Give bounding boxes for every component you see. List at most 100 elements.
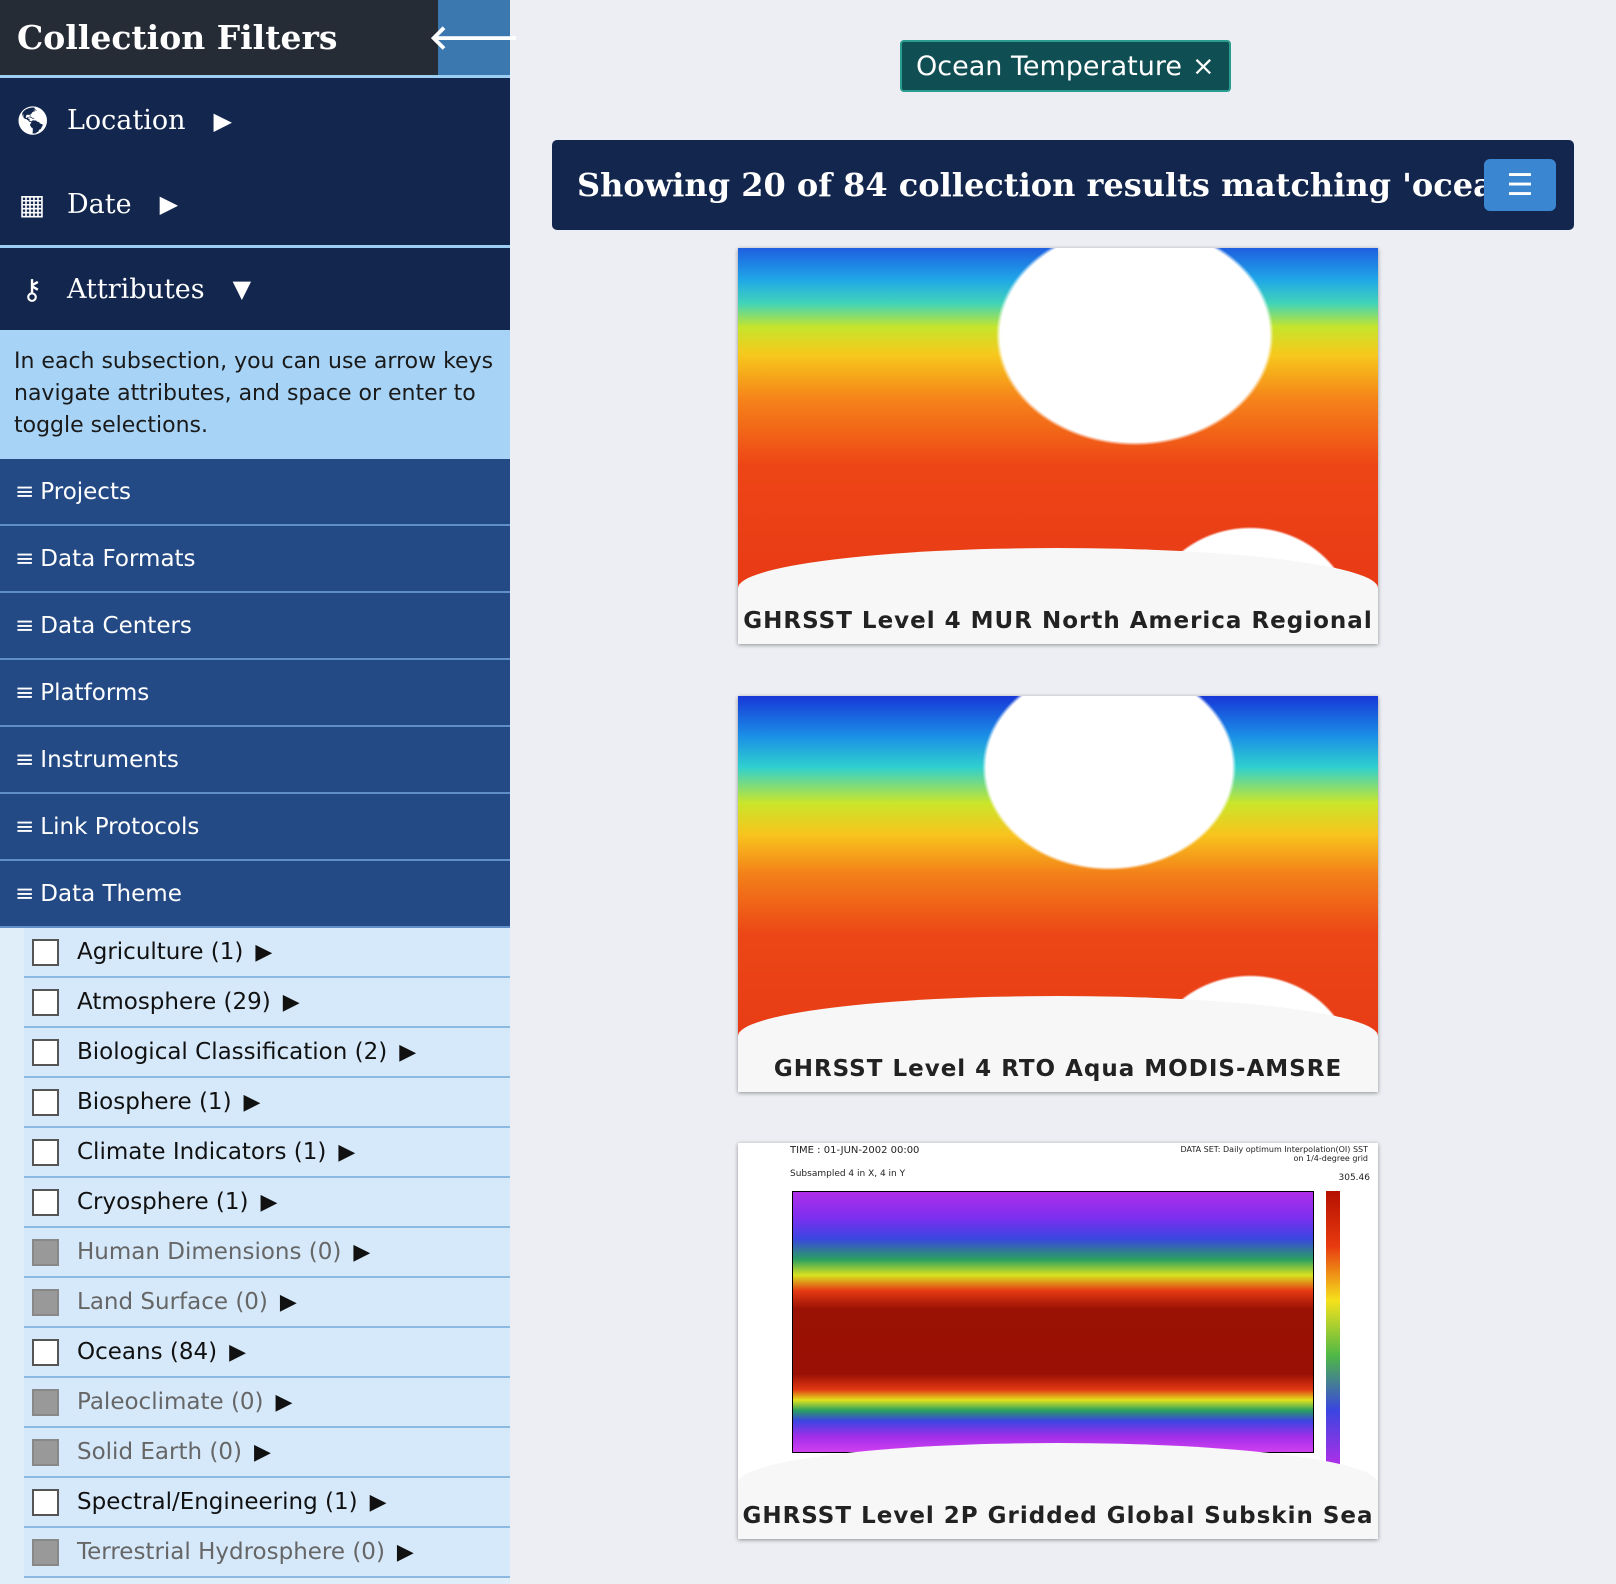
key-icon: ⚷: [21, 272, 43, 306]
expand-arrow-icon[interactable]: ▶: [255, 940, 272, 965]
expand-arrow-icon[interactable]: ▶: [244, 1090, 261, 1115]
theme-checkbox[interactable]: [32, 1288, 59, 1316]
section-label: Location: [67, 105, 186, 136]
theme-item[interactable]: Cryosphere (1) ▶: [24, 1178, 510, 1228]
list-icon: ☰: [1506, 167, 1534, 203]
theme-checkbox[interactable]: [32, 1238, 59, 1266]
theme-item[interactable]: Oceans (84) ▶: [24, 1328, 510, 1378]
expand-arrow-icon[interactable]: ▶: [283, 990, 300, 1015]
subsection-projects[interactable]: ≡ Projects: [0, 459, 510, 526]
theme-checkbox[interactable]: [32, 1138, 59, 1166]
thumb-max: 305.46: [1338, 1173, 1371, 1183]
theme-checkbox[interactable]: [32, 1088, 59, 1116]
theme-checkbox[interactable]: [32, 1388, 59, 1416]
expand-arrow-icon[interactable]: ▶: [229, 1340, 246, 1365]
sidebar-header: Collection Filters 🡐: [0, 0, 520, 78]
section-location[interactable]: 🌎︎ Location ▶: [0, 78, 510, 163]
theme-checkbox[interactable]: [32, 1538, 59, 1566]
theme-checkbox[interactable]: [32, 1038, 59, 1066]
expand-arrow-icon[interactable]: ▶: [261, 1190, 278, 1215]
theme-item[interactable]: Spectral/Engineering (1) ▶: [24, 1478, 510, 1528]
results-count-text: Showing 20 of 84 collection results matc…: [577, 166, 1545, 204]
theme-label: Biological Classification (2): [77, 1039, 388, 1065]
section-label: Date: [67, 188, 132, 220]
subsection-data-centers[interactable]: ≡ Data Centers: [0, 593, 510, 660]
expand-arrow-icon[interactable]: ▶: [280, 1290, 297, 1315]
theme-item[interactable]: Paleoclimate (0) ▶: [24, 1378, 510, 1428]
theme-label: Terrestrial Hydrosphere (0): [77, 1539, 385, 1565]
theme-checkbox[interactable]: [32, 1338, 59, 1366]
menu-icon: ≡: [15, 880, 35, 907]
subsection-label: Link Protocols: [40, 813, 200, 840]
sst-map: [792, 1191, 1314, 1453]
thumb-time: TIME : 01-JUN-2002 00:00: [790, 1145, 920, 1156]
result-card[interactable]: GHRSST Level 4 MUR North America Regiona…: [738, 248, 1378, 644]
filter-chip-label: Ocean Temperature: [916, 50, 1182, 82]
color-scale: [1326, 1191, 1340, 1465]
expand-arrow-icon[interactable]: ▶: [338, 1140, 355, 1165]
collection-filters-sidebar: Collection Filters 🡐 🌎︎ Location ▶ ▦ Dat…: [0, 0, 520, 1584]
expand-arrow-icon[interactable]: ▶: [370, 1490, 387, 1515]
theme-item[interactable]: Atmosphere (29) ▶: [24, 978, 510, 1028]
subsection-label: Data Formats: [40, 545, 196, 572]
theme-item[interactable]: Human Dimensions (0) ▶: [24, 1228, 510, 1278]
subsection-label: Platforms: [40, 679, 150, 706]
theme-item[interactable]: Agriculture (1) ▶: [24, 928, 510, 978]
expand-arrow-icon[interactable]: ▶: [399, 1040, 416, 1065]
theme-checkbox[interactable]: [32, 1188, 59, 1216]
theme-item[interactable]: Biosphere (1) ▶: [24, 1078, 510, 1128]
filter-chip-ocean-temperature[interactable]: Ocean Temperature ×: [900, 40, 1231, 92]
subsection-label: Instruments: [40, 746, 179, 773]
expand-arrow-icon[interactable]: ▶: [254, 1440, 271, 1465]
thumb-dataset: DATA SET: Daily optimum Interpolation(OI…: [1180, 1145, 1368, 1163]
theme-label: Agriculture (1): [77, 939, 244, 965]
expand-arrow-icon[interactable]: ▶: [353, 1240, 370, 1265]
result-title: GHRSST Level 4 MUR North America Regiona…: [738, 548, 1378, 644]
result-card[interactable]: GHRSST Level 4 RTO Aqua MODIS-AMSRE: [738, 696, 1378, 1092]
subsection-label: Data Theme: [40, 880, 182, 907]
menu-icon: ≡: [15, 746, 35, 773]
theme-item[interactable]: Climate Indicators (1) ▶: [24, 1128, 510, 1178]
subsection-instruments[interactable]: ≡ Instruments: [0, 727, 510, 794]
subsection-label: Data Centers: [40, 612, 192, 639]
theme-checkbox[interactable]: [32, 1488, 59, 1516]
theme-label: Solid Earth (0): [77, 1439, 242, 1465]
results-banner: Showing 20 of 84 collection results matc…: [552, 140, 1574, 230]
theme-label: Climate Indicators (1): [77, 1139, 327, 1165]
collapse-arrow-icon: ▼: [232, 275, 252, 303]
theme-label: Atmosphere (29): [77, 989, 271, 1015]
theme-checkbox[interactable]: [32, 1438, 59, 1466]
subsection-platforms[interactable]: ≡ Platforms: [0, 660, 510, 727]
theme-checkbox[interactable]: [32, 938, 59, 966]
menu-icon: ≡: [15, 612, 35, 639]
remove-filter-icon[interactable]: ×: [1192, 51, 1215, 82]
subsection-data-theme[interactable]: ≡ Data Theme: [0, 861, 510, 928]
data-theme-list: Agriculture (1) ▶ Atmosphere (29) ▶ Biologic…: [0, 928, 510, 1578]
theme-label: Spectral/Engineering (1): [77, 1489, 358, 1515]
expand-arrow-icon[interactable]: ▶: [276, 1390, 293, 1415]
attributes-help-text: In each subsection, you can use arrow ke…: [0, 330, 510, 459]
theme-item[interactable]: Biological Classification (2) ▶: [24, 1028, 510, 1078]
theme-item[interactable]: Solid Earth (0) ▶: [24, 1428, 510, 1478]
calendar-icon: ▦: [18, 187, 46, 221]
theme-label: Oceans (84): [77, 1339, 218, 1365]
sidebar-title: Collection Filters: [17, 18, 338, 57]
subsection-data-formats[interactable]: ≡ Data Formats: [0, 526, 510, 593]
expand-arrow-icon: ▶: [159, 190, 179, 218]
section-date[interactable]: ▦ Date ▶: [0, 163, 510, 248]
theme-label: Human Dimensions (0): [77, 1239, 342, 1265]
result-card[interactable]: TIME : 01-JUN-2002 00:00 Subsampled 4 in…: [738, 1143, 1378, 1539]
theme-item[interactable]: Terrestrial Hydrosphere (0) ▶: [24, 1528, 510, 1578]
globe-icon: 🌎︎: [15, 104, 51, 137]
collapse-sidebar-button[interactable]: 🡐: [428, 0, 520, 75]
theme-label: Cryosphere (1): [77, 1189, 249, 1215]
subsection-label: Projects: [40, 478, 131, 505]
expand-arrow-icon[interactable]: ▶: [397, 1540, 414, 1565]
section-attributes[interactable]: ⚷ Attributes ▼: [0, 248, 510, 330]
subsection-link-protocols[interactable]: ≡ Link Protocols: [0, 794, 510, 861]
list-view-button[interactable]: ☰: [1484, 159, 1556, 211]
theme-item[interactable]: Land Surface (0) ▶: [24, 1278, 510, 1328]
expand-arrow-icon: ▶: [213, 106, 233, 135]
theme-checkbox[interactable]: [32, 988, 59, 1016]
section-label: Attributes: [67, 273, 205, 305]
